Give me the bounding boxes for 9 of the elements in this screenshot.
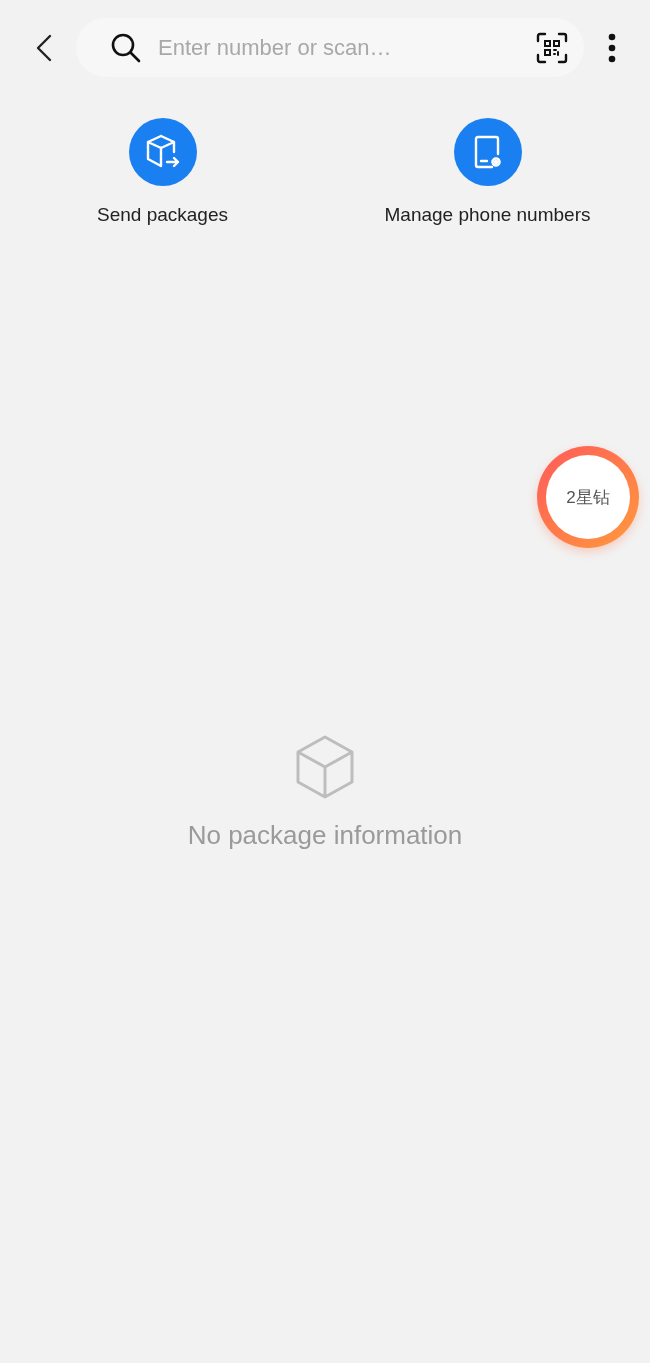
search-icon: [110, 31, 142, 64]
search-bar[interactable]: Enter number or scan…: [76, 18, 584, 77]
action-button[interactable]: Send packages: [0, 118, 325, 226]
qr-scan-icon[interactable]: [536, 31, 568, 64]
empty-message: No package information: [187, 820, 463, 851]
floating-badge[interactable]: 2星钻: [537, 446, 639, 548]
action-button[interactable]: Manage phone numbers: [325, 118, 650, 226]
search-field[interactable]: Enter number or scan…: [156, 33, 522, 62]
empty-box-icon: [295, 734, 355, 800]
